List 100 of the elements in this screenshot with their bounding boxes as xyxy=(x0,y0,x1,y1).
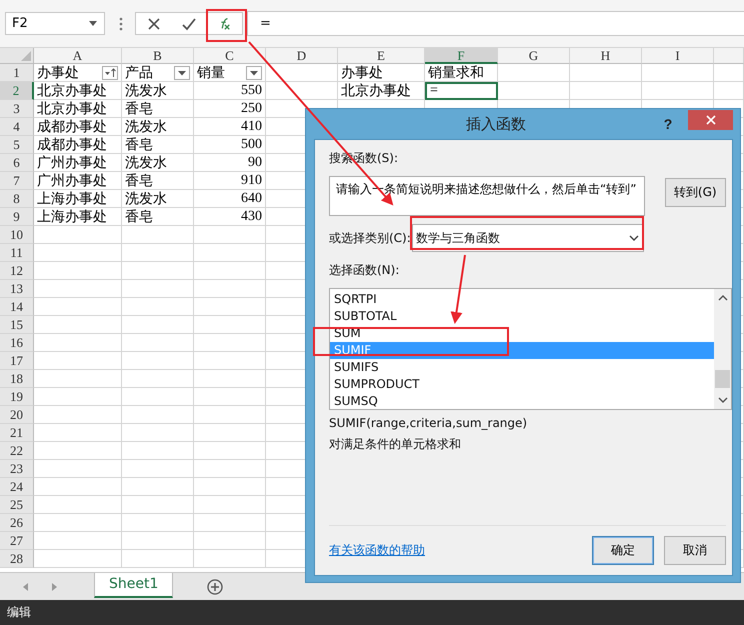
dropdown-icon[interactable] xyxy=(88,20,98,27)
sheet-tab[interactable]: Sheet1 xyxy=(94,573,174,598)
add-sheet-icon[interactable] xyxy=(207,579,224,595)
column-header[interactable]: F xyxy=(425,48,498,64)
row-header[interactable]: 13 xyxy=(0,280,34,298)
table-cell: 销量求和 xyxy=(425,64,498,82)
function-item[interactable]: SUMIFS xyxy=(330,359,714,376)
row-header[interactable]: 5 xyxy=(0,136,34,154)
column-header[interactable]: E xyxy=(338,48,425,64)
table-cell: = xyxy=(425,82,498,100)
scroll-up-icon[interactable] xyxy=(718,294,728,302)
formula-field[interactable]: = xyxy=(247,11,744,36)
help-link[interactable]: 有关该函数的帮助 xyxy=(329,542,425,559)
table-cell: 640 xyxy=(194,190,266,208)
row-header[interactable]: 15 xyxy=(0,316,34,334)
sort-filter-icon[interactable] xyxy=(102,66,118,80)
table-cell: 香皂 xyxy=(122,136,194,154)
grip-icon[interactable] xyxy=(119,16,123,30)
field-label: 选择函数(N): xyxy=(329,262,400,279)
column-header[interactable]: I xyxy=(642,48,714,64)
column-header[interactable]: C xyxy=(194,48,266,64)
table-cell xyxy=(714,64,744,82)
row-header[interactable]: 21 xyxy=(0,424,34,442)
table-cell: 430 xyxy=(194,208,266,226)
table-cell: 北京办事处 xyxy=(34,82,122,100)
table-cell: 上海办事处 xyxy=(34,190,122,208)
row-header[interactable]: 6 xyxy=(0,154,34,172)
scroll-thumb[interactable] xyxy=(715,370,730,388)
cancel-icon[interactable] xyxy=(146,16,161,30)
row-header[interactable]: 20 xyxy=(0,406,34,424)
table-cell: 洗发水 xyxy=(122,118,194,136)
table-cell xyxy=(122,298,194,316)
table-cell xyxy=(266,64,338,82)
row-header[interactable]: 8 xyxy=(0,190,34,208)
column-header[interactable]: G xyxy=(498,48,570,64)
cancel-button[interactable]: 取消 xyxy=(664,536,726,565)
function-syntax: SUMIF(range,criteria,sum_range) xyxy=(329,416,528,430)
table-cell xyxy=(122,226,194,244)
row-header[interactable]: 17 xyxy=(0,352,34,370)
filter-icon[interactable] xyxy=(246,66,262,80)
row-header[interactable]: 1 xyxy=(0,64,34,82)
category-dropdown[interactable]: 数学与三角函数 xyxy=(412,224,644,252)
table-cell xyxy=(122,316,194,334)
row-header[interactable]: 2 xyxy=(0,82,34,100)
table-cell: 洗发水 xyxy=(122,190,194,208)
scrollbar[interactable] xyxy=(714,289,731,409)
table-cell: 北京办事处 xyxy=(338,82,425,100)
scroll-down-icon[interactable] xyxy=(718,396,728,404)
function-item[interactable]: SQRTPI xyxy=(330,291,714,308)
row-header[interactable]: 23 xyxy=(0,460,34,478)
help-button[interactable]: ? xyxy=(658,116,678,132)
function-description: 对满足条件的单元格求和 xyxy=(329,436,462,453)
table-cell: 成都办事处 xyxy=(34,118,122,136)
table-cell: 910 xyxy=(194,172,266,190)
row-header[interactable]: 7 xyxy=(0,172,34,190)
row-header[interactable]: 25 xyxy=(0,496,34,514)
row-header[interactable]: 24 xyxy=(0,478,34,496)
row-header[interactable]: 27 xyxy=(0,532,34,550)
close-button[interactable] xyxy=(688,110,733,130)
ok-button[interactable]: 确定 xyxy=(592,536,654,565)
row-header[interactable]: 16 xyxy=(0,334,34,352)
row-header[interactable]: 10 xyxy=(0,226,34,244)
table-cell: 410 xyxy=(194,118,266,136)
filter-icon[interactable] xyxy=(174,66,190,80)
table-cell xyxy=(122,514,194,532)
row-header[interactable]: 12 xyxy=(0,262,34,280)
row-header[interactable]: 18 xyxy=(0,370,34,388)
table-cell xyxy=(122,244,194,262)
row-header[interactable]: 28 xyxy=(0,550,34,568)
dialog-title: 插入函数 xyxy=(465,114,527,134)
table-cell xyxy=(570,64,642,82)
status-text: 编辑 xyxy=(7,604,31,621)
column-header[interactable]: A xyxy=(34,48,122,64)
function-item[interactable]: SUBTOTAL xyxy=(330,308,714,325)
table-cell xyxy=(122,460,194,478)
column-header[interactable]: D xyxy=(266,48,338,64)
row-header[interactable]: 14 xyxy=(0,298,34,316)
row-header[interactable]: 9 xyxy=(0,208,34,226)
table-cell xyxy=(122,262,194,280)
row-header[interactable]: 3 xyxy=(0,100,34,118)
row-header[interactable]: 4 xyxy=(0,118,34,136)
function-item[interactable]: SUMPRODUCT xyxy=(330,376,714,393)
table-cell: 500 xyxy=(194,136,266,154)
table-cell xyxy=(122,496,194,514)
table-cell xyxy=(642,64,714,82)
table-cell xyxy=(498,64,570,82)
column-header[interactable]: H xyxy=(570,48,642,64)
go-button[interactable]: 转到(G) xyxy=(664,178,726,207)
function-item[interactable]: SUMSQ xyxy=(330,393,714,410)
row-header[interactable]: 19 xyxy=(0,388,34,406)
row-header[interactable]: 26 xyxy=(0,514,34,532)
row-header[interactable]: 11 xyxy=(0,244,34,262)
table-cell: 90 xyxy=(194,154,266,172)
row-header[interactable]: 22 xyxy=(0,442,34,460)
table-cell xyxy=(122,424,194,442)
name-box[interactable]: F2 xyxy=(5,12,105,35)
table-cell xyxy=(122,388,194,406)
column-header[interactable]: B xyxy=(122,48,194,64)
table-cell: 北京办事处 xyxy=(34,100,122,118)
check-icon[interactable] xyxy=(182,16,196,30)
